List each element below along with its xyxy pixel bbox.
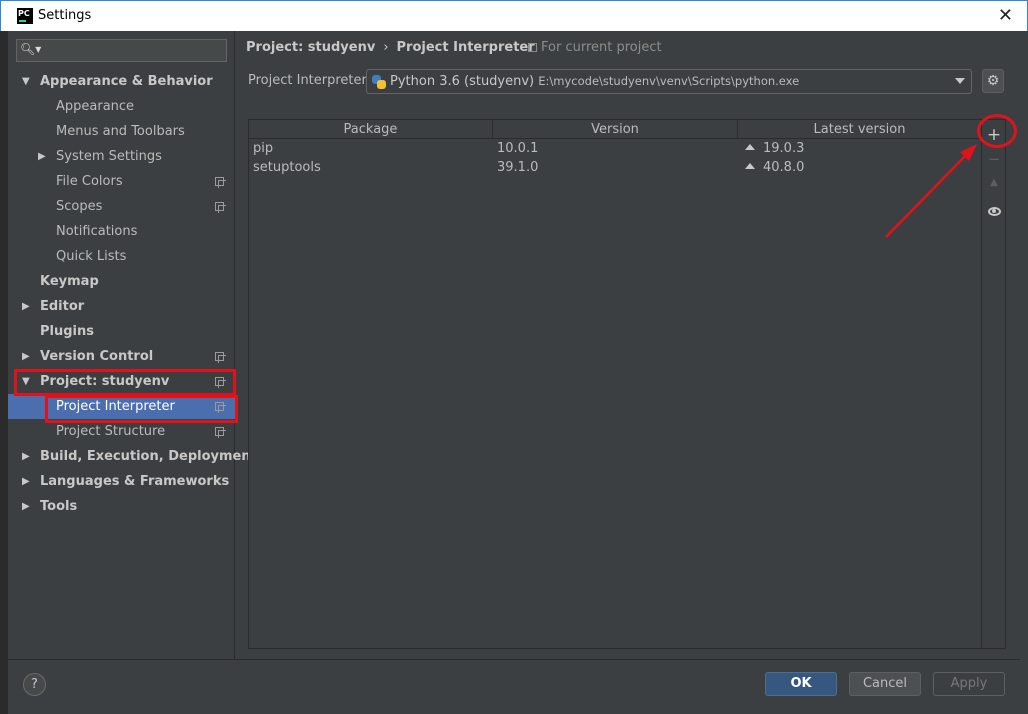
background-window-edge	[0, 31, 8, 714]
package-latest: 40.8.0	[745, 158, 804, 177]
project-scope-icon	[215, 177, 226, 188]
sidebar-item-label: Keymap	[40, 274, 99, 289]
interpreter-label: Project Interpreter:	[248, 73, 372, 88]
table-row[interactable]: setuptools 39.1.0 40.8.0	[249, 158, 981, 177]
sidebar-item-label: Notifications	[56, 224, 138, 239]
sidebar-item-appearance-behavior[interactable]: ▼ Appearance & Behavior	[8, 69, 235, 94]
sidebar-item-quick-lists[interactable]: Quick Lists	[8, 244, 235, 269]
breadcrumb-current: Project Interpreter	[396, 40, 535, 55]
annotation-arrow	[885, 144, 977, 238]
main-panel: Project: studyenv › Project Interpreter Fo…	[236, 31, 1020, 659]
chevron-down-icon[interactable]: ▼	[22, 69, 30, 94]
interpreter-select[interactable]: Python 3.6 (studyenv) E:\mycode\studyenv…	[366, 69, 972, 94]
sidebar-item-label: Quick Lists	[56, 249, 127, 264]
highlight-project-node	[14, 369, 236, 396]
sidebar-item-label: Editor	[40, 299, 85, 314]
table-header: Package Version Latest version	[249, 120, 981, 139]
sidebar-item-build-execution-deployment[interactable]: ▶ Build, Execution, Deployment	[8, 444, 257, 469]
upgrade-available-icon	[745, 163, 755, 169]
project-scope-icon	[215, 352, 226, 363]
apply-button[interactable]: Apply	[933, 672, 1005, 696]
upgrade-package-button[interactable]: ▲	[982, 177, 1006, 188]
interpreter-name: Python 3.6 (studyenv)	[390, 74, 535, 89]
chevron-right-icon[interactable]: ▶	[22, 294, 30, 319]
title-bar: PC Settings ✕	[0, 0, 1028, 31]
breadcrumb: Project: studyenv › Project Interpreter	[246, 40, 535, 55]
package-name: pip	[253, 141, 274, 156]
sidebar-item-file-colors[interactable]: File Colors	[8, 169, 235, 194]
eye-icon[interactable]	[988, 207, 1001, 216]
package-name: setuptools	[253, 160, 321, 175]
sidebar-item-appearance[interactable]: Appearance	[8, 94, 235, 119]
sidebar-item-label: Menus and Toolbars	[56, 124, 185, 139]
sidebar-item-label: Appearance	[56, 99, 135, 114]
sidebar-item-scopes[interactable]: Scopes	[8, 194, 235, 219]
breadcrumb-parent: Project: studyenv	[246, 40, 376, 55]
scope-text: For current project	[541, 40, 662, 55]
close-icon[interactable]: ✕	[998, 5, 1013, 26]
sidebar-item-editor[interactable]: ▶ Editor	[8, 294, 235, 319]
sidebar-item-label: System Settings	[56, 149, 162, 164]
sidebar-item-label: Tools	[40, 499, 78, 514]
sidebar-item-label: Version Control	[40, 349, 154, 364]
chevron-right-icon[interactable]: ▶	[22, 444, 30, 469]
sidebar-item-keymap[interactable]: Keymap	[8, 269, 235, 294]
search-icon: 🔍︎▾	[20, 42, 42, 56]
pycharm-logo-icon: PC	[17, 8, 33, 24]
highlight-interpreter-node	[45, 395, 238, 423]
project-scope-icon	[215, 427, 226, 438]
sidebar-item-notifications[interactable]: Notifications	[8, 219, 235, 244]
cancel-button[interactable]: Cancel	[849, 672, 921, 696]
sidebar-item-label: Appearance & Behavior	[40, 74, 213, 89]
table-row[interactable]: pip 10.0.1 19.0.3	[249, 139, 981, 158]
upgrade-available-icon	[745, 144, 755, 150]
settings-sidebar: 🔍︎▾ ▼ Appearance & Behavior Appearance Menu…	[8, 31, 257, 659]
column-header-package[interactable]: Package	[249, 120, 493, 139]
package-version: 39.1.0	[497, 160, 539, 175]
sidebar-item-tools[interactable]: ▶ Tools	[8, 494, 235, 519]
interpreter-value: Python 3.6 (studyenv) E:\mycode\studyenv…	[390, 74, 799, 89]
settings-tree: ▼ Appearance & Behavior Appearance Menus an…	[8, 69, 257, 519]
package-latest: 19.0.3	[745, 139, 804, 158]
project-scope-icon	[215, 202, 226, 213]
sidebar-item-label: Scopes	[56, 199, 103, 214]
packages-table-body: Package Version Latest version pip 10.0.…	[249, 120, 981, 648]
ok-button[interactable]: OK	[765, 672, 837, 696]
chevron-right-icon[interactable]: ▶	[38, 144, 46, 169]
sidebar-item-label: Build, Execution, Deployment	[40, 449, 257, 464]
annotation-circle	[977, 114, 1017, 148]
window-title: Settings	[38, 8, 92, 23]
dialog-footer: ? OK Cancel Apply	[8, 659, 1020, 714]
interpreter-path: E:\mycode\studyenv\venv\Scripts\python.e…	[538, 74, 800, 88]
latest-version-value: 40.8.0	[763, 160, 805, 175]
sidebar-item-plugins[interactable]: Plugins	[8, 319, 235, 344]
sidebar-item-languages-frameworks[interactable]: ▶ Languages & Frameworks	[8, 469, 235, 494]
column-header-version[interactable]: Version	[493, 120, 738, 139]
gear-icon[interactable]: ⚙	[982, 69, 1004, 93]
sidebar-item-label: Languages & Frameworks	[40, 474, 230, 489]
sidebar-item-menus-and-toolbars[interactable]: Menus and Toolbars	[8, 119, 235, 144]
sidebar-item-label: File Colors	[56, 174, 123, 189]
python-icon	[372, 75, 386, 89]
breadcrumb-separator: ›	[383, 40, 389, 55]
chevron-right-icon[interactable]: ▶	[22, 494, 30, 519]
package-toolbar: + − ▲	[981, 120, 1005, 648]
sidebar-item-label: Plugins	[40, 324, 94, 339]
latest-version-value: 19.0.3	[763, 141, 805, 156]
sidebar-item-version-control[interactable]: ▶ Version Control	[8, 344, 235, 369]
search-input[interactable]: 🔍︎▾	[16, 39, 227, 62]
project-scope-icon	[528, 43, 537, 52]
remove-package-button[interactable]: −	[982, 150, 1006, 168]
package-version: 10.0.1	[497, 141, 539, 156]
chevron-right-icon[interactable]: ▶	[22, 469, 30, 494]
help-button[interactable]: ?	[23, 673, 46, 696]
chevron-down-icon[interactable]	[955, 78, 965, 84]
scope-label: For current project	[528, 40, 662, 55]
chevron-right-icon[interactable]: ▶	[22, 344, 30, 369]
sidebar-item-system-settings[interactable]: ▶ System Settings	[8, 144, 235, 169]
column-header-latest-version[interactable]: Latest version	[738, 120, 981, 139]
